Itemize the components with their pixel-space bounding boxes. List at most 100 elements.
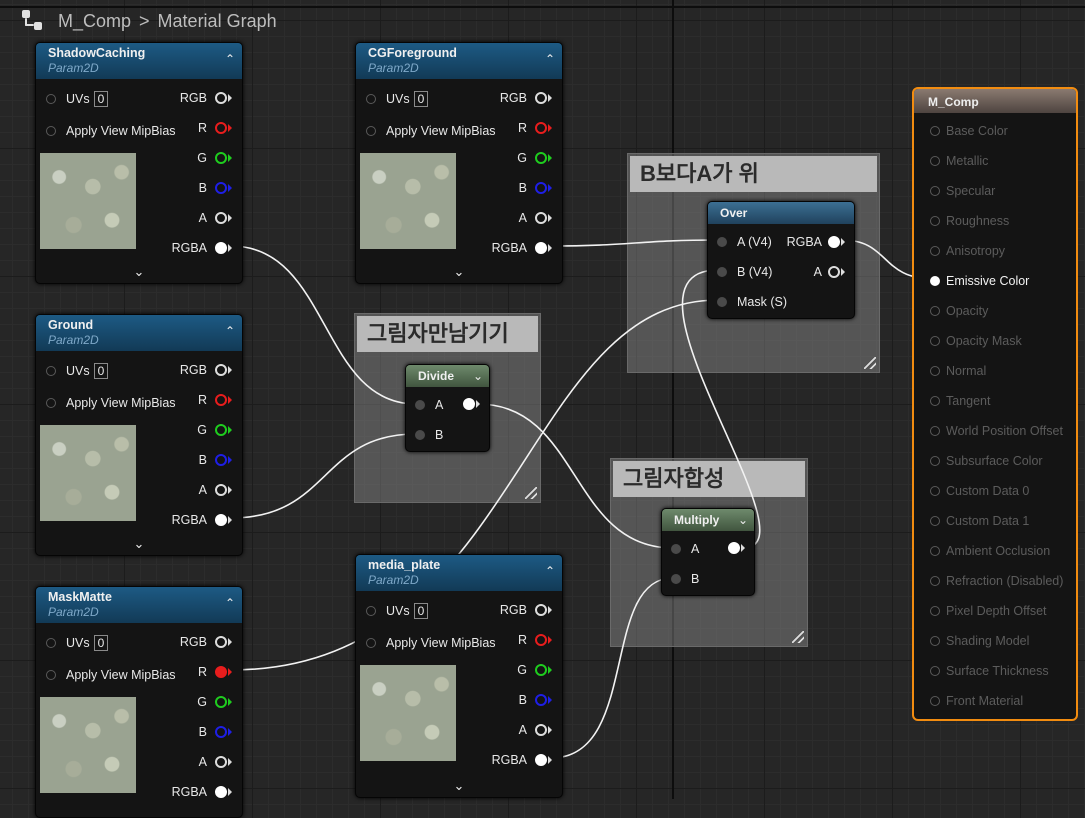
output-pin-r[interactable]: R: [198, 393, 232, 407]
material-input-emissive-color[interactable]: Emissive Color: [930, 274, 1029, 288]
output-pin-rgba[interactable]: RGBA: [492, 753, 552, 767]
material-input-world-position-offset[interactable]: World Position Offset: [930, 424, 1063, 438]
output-pin-b[interactable]: B: [199, 453, 232, 467]
uvs-value-field[interactable]: 0: [93, 635, 109, 651]
input-pin-a[interactable]: A: [415, 398, 443, 412]
material-input-roughness[interactable]: Roughness: [930, 214, 1009, 228]
resize-grip-icon[interactable]: [792, 631, 804, 643]
output-pin-g[interactable]: G: [197, 151, 232, 165]
node-header[interactable]: Ground Param2D ⌃: [36, 315, 242, 351]
param-node-3[interactable]: MaskMatte Param2D ⌃ UVs 0 Apply View MipB…: [35, 586, 243, 818]
output-pin-b[interactable]: B: [519, 181, 552, 195]
input-pin-b[interactable]: B (V4): [717, 265, 772, 279]
output-pin-r[interactable]: R: [198, 121, 232, 135]
uvs-value-field[interactable]: 0: [413, 91, 429, 107]
output-pin-b[interactable]: B: [199, 181, 232, 195]
over-node[interactable]: Over A (V4) B (V4) Mask (S) RGBA A: [707, 201, 855, 319]
param-node-2[interactable]: Ground Param2D ⌃ UVs 0 Apply View MipBias…: [35, 314, 243, 556]
output-pin-rgba[interactable]: RGBA: [492, 241, 552, 255]
material-input-ambient-occlusion[interactable]: Ambient Occlusion: [930, 544, 1050, 558]
input-pin-mipbias[interactable]: Apply View MipBias: [46, 668, 176, 682]
output-pin-a[interactable]: A: [199, 483, 232, 497]
input-pin-a[interactable]: A (V4): [717, 235, 772, 249]
chevron-up-icon[interactable]: ⌃: [225, 324, 235, 338]
uvs-value-field[interactable]: 0: [93, 91, 109, 107]
input-pin-mipbias[interactable]: Apply View MipBias: [366, 636, 496, 650]
output-pin-rgb[interactable]: RGB: [180, 363, 232, 377]
output-pin-rgb[interactable]: RGB: [180, 635, 232, 649]
node-header[interactable]: ShadowCaching Param2D ⌃: [36, 43, 242, 79]
input-pin-a[interactable]: A: [671, 542, 699, 556]
input-pin-uvs[interactable]: UVs 0: [366, 603, 429, 619]
node-header[interactable]: Multiply ⌄: [662, 509, 754, 531]
output-pin-g[interactable]: G: [517, 151, 552, 165]
output-pin-g[interactable]: G: [517, 663, 552, 677]
chevron-down-icon[interactable]: ⌄: [356, 264, 562, 280]
param-node-1[interactable]: CGForeground Param2D ⌃ UVs 0 Apply View M…: [355, 42, 563, 284]
param-node-0[interactable]: ShadowCaching Param2D ⌃ UVs 0 Apply View …: [35, 42, 243, 284]
chevron-down-icon[interactable]: ⌄: [36, 536, 242, 552]
param-node-4[interactable]: media_plate Param2D ⌃ UVs 0 Apply View Mi…: [355, 554, 563, 798]
input-pin-uvs[interactable]: UVs 0: [46, 363, 109, 379]
uvs-value-field[interactable]: 0: [413, 603, 429, 619]
output-pin[interactable]: [463, 398, 480, 410]
material-input-metallic[interactable]: Metallic: [930, 154, 988, 168]
output-pin-g[interactable]: G: [197, 695, 232, 709]
input-pin-mipbias[interactable]: Apply View MipBias: [366, 124, 496, 138]
output-pin-rgb[interactable]: RGB: [500, 603, 552, 617]
comment-title[interactable]: B보다A가 위: [630, 156, 877, 192]
output-pin-g[interactable]: G: [197, 423, 232, 437]
material-input-pixel-depth-offset[interactable]: Pixel Depth Offset: [930, 604, 1047, 618]
output-pin-r[interactable]: R: [198, 665, 232, 679]
output-pin-rgba[interactable]: RGBA: [172, 241, 232, 255]
output-pin-b[interactable]: B: [199, 725, 232, 739]
output-pin-r[interactable]: R: [518, 121, 552, 135]
node-header[interactable]: Divide ⌄: [406, 365, 489, 387]
node-header[interactable]: CGForeground Param2D ⌃: [356, 43, 562, 79]
chevron-up-icon[interactable]: ⌃: [225, 596, 235, 610]
input-pin-mipbias[interactable]: Apply View MipBias: [46, 124, 176, 138]
material-input-custom-data-0[interactable]: Custom Data 0: [930, 484, 1029, 498]
input-pin-b[interactable]: B: [671, 572, 699, 586]
output-pin-rgb[interactable]: RGB: [180, 91, 232, 105]
chevron-up-icon[interactable]: ⌃: [545, 52, 555, 66]
output-pin-a[interactable]: A: [519, 211, 552, 225]
comment-title[interactable]: 그림자합성: [613, 461, 805, 497]
material-input-surface-thickness[interactable]: Surface Thickness: [930, 664, 1049, 678]
material-input-subsurface-color[interactable]: Subsurface Color: [930, 454, 1043, 468]
output-pin[interactable]: [728, 542, 745, 554]
divide-node[interactable]: Divide ⌄ A B: [405, 364, 490, 452]
chevron-up-icon[interactable]: ⌃: [225, 52, 235, 66]
material-input-opacity-mask[interactable]: Opacity Mask: [930, 334, 1022, 348]
chevron-down-icon[interactable]: ⌄: [36, 264, 242, 280]
material-result-node[interactable]: M_Comp Base Color Metallic Specular Roughne…: [912, 87, 1078, 721]
material-input-base-color[interactable]: Base Color: [930, 124, 1008, 138]
chevron-down-icon[interactable]: ⌄: [473, 369, 483, 383]
material-input-shading-model[interactable]: Shading Model: [930, 634, 1029, 648]
output-pin-rgba[interactable]: RGBA: [172, 785, 232, 799]
breadcrumb-graph[interactable]: Material Graph: [158, 11, 277, 32]
input-pin-uvs[interactable]: UVs 0: [46, 91, 109, 107]
output-pin-r[interactable]: R: [518, 633, 552, 647]
material-input-specular[interactable]: Specular: [930, 184, 995, 198]
input-pin-mipbias[interactable]: Apply View MipBias: [46, 396, 176, 410]
material-input-front-material[interactable]: Front Material: [930, 694, 1023, 708]
uvs-value-field[interactable]: 0: [93, 363, 109, 379]
multiply-node[interactable]: Multiply ⌄ A B: [661, 508, 755, 596]
output-pin-rgba[interactable]: RGBA: [172, 513, 232, 527]
output-pin-rgba[interactable]: RGBA: [787, 235, 845, 249]
material-input-opacity[interactable]: Opacity: [930, 304, 988, 318]
output-pin-a[interactable]: A: [814, 265, 845, 279]
output-pin-a[interactable]: A: [199, 211, 232, 225]
chevron-up-icon[interactable]: ⌃: [545, 564, 555, 578]
node-header[interactable]: MaskMatte Param2D ⌃: [36, 587, 242, 623]
material-input-refraction-disabled-[interactable]: Refraction (Disabled): [930, 574, 1063, 588]
output-pin-rgb[interactable]: RGB: [500, 91, 552, 105]
input-pin-mask[interactable]: Mask (S): [717, 295, 787, 309]
material-input-tangent[interactable]: Tangent: [930, 394, 990, 408]
input-pin-b[interactable]: B: [415, 428, 443, 442]
resize-grip-icon[interactable]: [864, 357, 876, 369]
node-header[interactable]: Over: [708, 202, 854, 224]
material-input-normal[interactable]: Normal: [930, 364, 986, 378]
output-pin-b[interactable]: B: [519, 693, 552, 707]
